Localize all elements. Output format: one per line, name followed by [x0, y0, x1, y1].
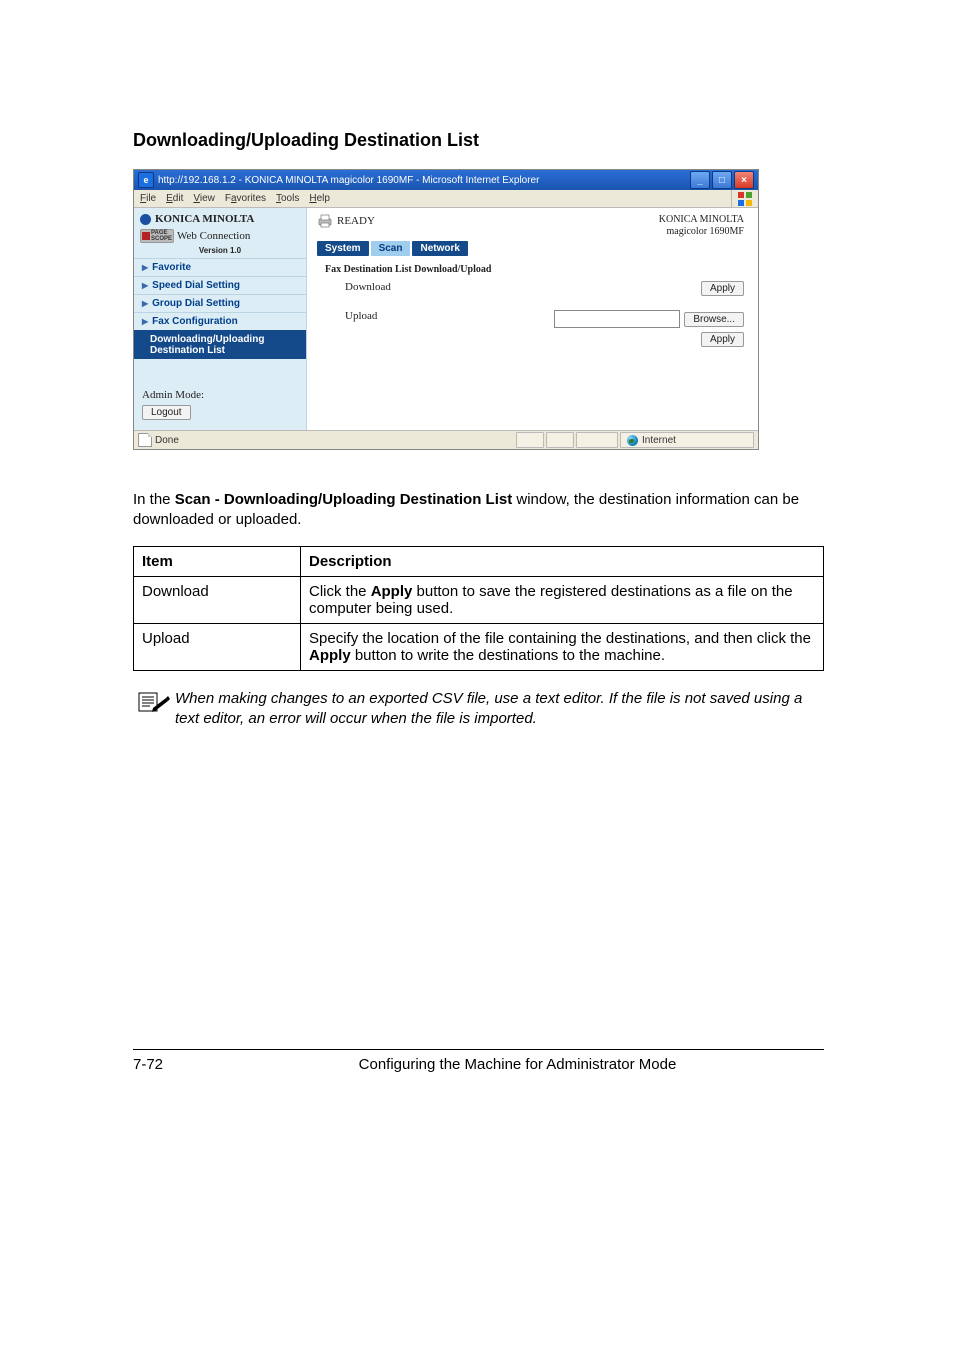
pagescope-badge-icon: PAGESCOPE — [140, 229, 174, 243]
download-row: Download Apply — [325, 281, 744, 296]
upload-row: Upload Browse... Apply — [325, 310, 744, 347]
menu-view[interactable]: View — [193, 193, 215, 204]
sidebar-item-download-upload[interactable]: Downloading/Uploading Destination List — [134, 330, 306, 359]
download-label: Download — [325, 281, 495, 293]
table-row: Upload Specify the location of the file … — [134, 623, 824, 670]
admin-mode-label: Admin Mode: — [142, 389, 298, 401]
printer-icon — [317, 214, 333, 228]
sidebar: KONICA MINOLTA PAGESCOPE Web Connection … — [134, 208, 307, 430]
menu-edit[interactable]: Edit — [166, 193, 183, 204]
sidebar-item-speed-dial[interactable]: ▶Speed Dial Setting — [134, 276, 306, 294]
intro-paragraph: In the Scan - Downloading/Uploading Dest… — [133, 490, 824, 531]
status-ready: READY — [337, 215, 375, 227]
menu-tools[interactable]: Tools — [276, 193, 299, 204]
browse-button[interactable]: Browse... — [684, 312, 744, 327]
minimize-button[interactable]: _ — [690, 171, 710, 189]
footer-text: Configuring the Machine for Administrato… — [211, 1056, 824, 1073]
sidebar-item-fax-config[interactable]: ▶Fax Configuration — [134, 312, 306, 330]
menu-file[interactable]: File — [140, 193, 156, 204]
menu-bar: File Edit View Favorites Tools Help — [134, 190, 731, 207]
table-cell-item: Download — [134, 576, 301, 623]
status-bar: Done Internet — [134, 430, 758, 449]
device-info: KONICA MINOLTA magicolor 1690MF — [659, 214, 744, 238]
chevron-right-icon: ▶ — [142, 263, 148, 272]
note-text: When making changes to an exported CSV f… — [175, 689, 824, 730]
status-cell — [516, 432, 544, 448]
page-number: 7-72 — [133, 1056, 211, 1073]
main-panel: READY KONICA MINOLTA magicolor 1690MF Sy… — [307, 208, 758, 430]
download-apply-button[interactable]: Apply — [701, 281, 744, 296]
globe-icon — [627, 435, 638, 446]
sidebar-item-group-dial[interactable]: ▶Group Dial Setting — [134, 294, 306, 312]
windows-flag-icon — [731, 190, 758, 207]
status-cell — [576, 432, 618, 448]
menu-help[interactable]: Help — [309, 193, 330, 204]
status-zone: Internet — [620, 432, 754, 448]
page-heading: Downloading/Uploading Destination List — [133, 130, 824, 151]
brand-logo-icon — [140, 214, 151, 225]
table-cell-description: Specify the location of the file contain… — [301, 623, 824, 670]
chevron-right-icon: ▶ — [142, 299, 148, 308]
maximize-button[interactable]: □ — [712, 171, 732, 189]
brand-name: KONICA MINOLTA — [155, 213, 254, 225]
upload-file-input[interactable] — [554, 310, 680, 328]
version-label: Version 1.0 — [134, 245, 306, 258]
table-header-item: Item — [134, 546, 301, 576]
title-bar: e http://192.168.1.2 - KONICA MINOLTA ma… — [134, 170, 758, 190]
table-row: Download Click the Apply button to save … — [134, 576, 824, 623]
chevron-right-icon: ▶ — [142, 281, 148, 290]
window-title: http://192.168.1.2 - KONICA MINOLTA magi… — [158, 175, 690, 186]
logout-button[interactable]: Logout — [142, 405, 191, 420]
note-icon — [133, 689, 175, 718]
page-icon — [138, 433, 152, 447]
status-done: Done — [155, 435, 179, 446]
tab-network[interactable]: Network — [412, 241, 467, 256]
page-footer: 7-72 Configuring the Machine for Adminis… — [133, 1049, 824, 1073]
web-connection-label: Web Connection — [177, 230, 250, 242]
table-cell-description: Click the Apply button to save the regis… — [301, 576, 824, 623]
close-button[interactable]: × — [734, 171, 754, 189]
description-table: Item Description Download Click the Appl… — [133, 546, 824, 671]
browser-window: e http://192.168.1.2 - KONICA MINOLTA ma… — [133, 169, 759, 450]
sidebar-item-favorite[interactable]: ▶Favorite — [134, 258, 306, 276]
table-header-description: Description — [301, 546, 824, 576]
upload-apply-button[interactable]: Apply — [701, 332, 744, 347]
tab-scan[interactable]: Scan — [371, 241, 411, 256]
section-title: Fax Destination List Download/Upload — [325, 264, 744, 275]
chevron-right-icon: ▶ — [142, 317, 148, 326]
table-cell-item: Upload — [134, 623, 301, 670]
status-cell — [546, 432, 574, 448]
tab-system[interactable]: System — [317, 241, 369, 256]
menu-favorites[interactable]: Favorites — [225, 193, 266, 204]
upload-label: Upload — [325, 310, 495, 322]
ie-icon: e — [138, 172, 154, 188]
